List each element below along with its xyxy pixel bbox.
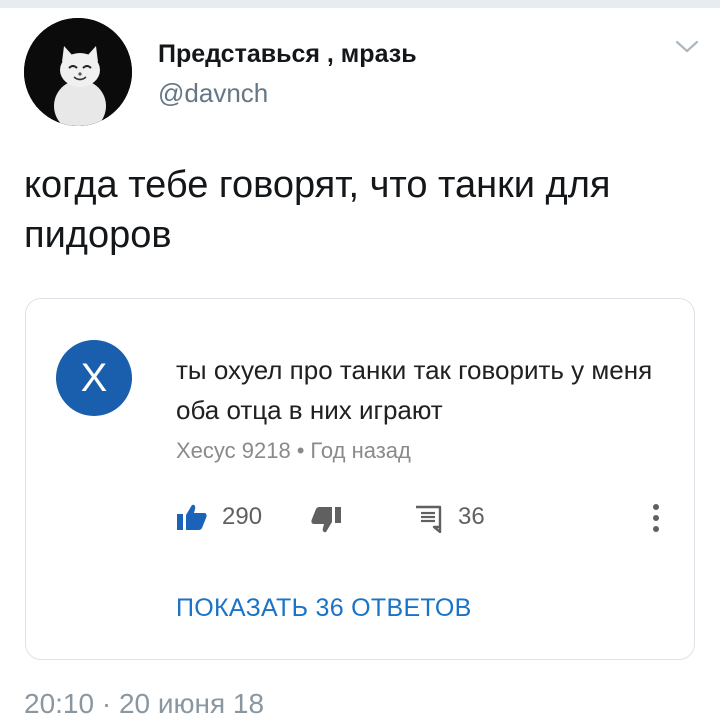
comment-avatar: X [56, 340, 132, 416]
like-count: 290 [222, 503, 263, 530]
tweet-text: когда тебе говорят, что танки для пидоро… [24, 164, 611, 256]
thumbs-down-icon [311, 507, 341, 533]
cat-avatar-icon [24, 18, 132, 126]
top-divider [0, 0, 720, 8]
show-replies-link: ПОКАЗАТЬ 36 ОТВЕТОВ [176, 594, 472, 622]
thumbs-up-icon [177, 504, 207, 530]
comment-text: ты охуел про танки так говорить у меня о… [176, 355, 653, 425]
chevron-down-icon[interactable] [674, 38, 700, 56]
comment-author: Хесус 9218 [176, 438, 291, 463]
meta-separator: • [296, 438, 305, 463]
reply-comment-icon [416, 505, 442, 533]
profile-avatar[interactable] [24, 18, 132, 126]
author-display-name[interactable]: Представься , мразь [158, 40, 417, 69]
comment-time-ago: Год назад [310, 438, 411, 463]
author-handle[interactable]: @davnch [158, 78, 268, 109]
more-vertical-icon [653, 504, 659, 532]
reply-count: 36 [458, 503, 485, 530]
tweet-timestamp[interactable]: 20:10 · 20 июня 18 [24, 688, 264, 720]
comment-meta: Хесус 9218 • Год назад [176, 438, 411, 464]
